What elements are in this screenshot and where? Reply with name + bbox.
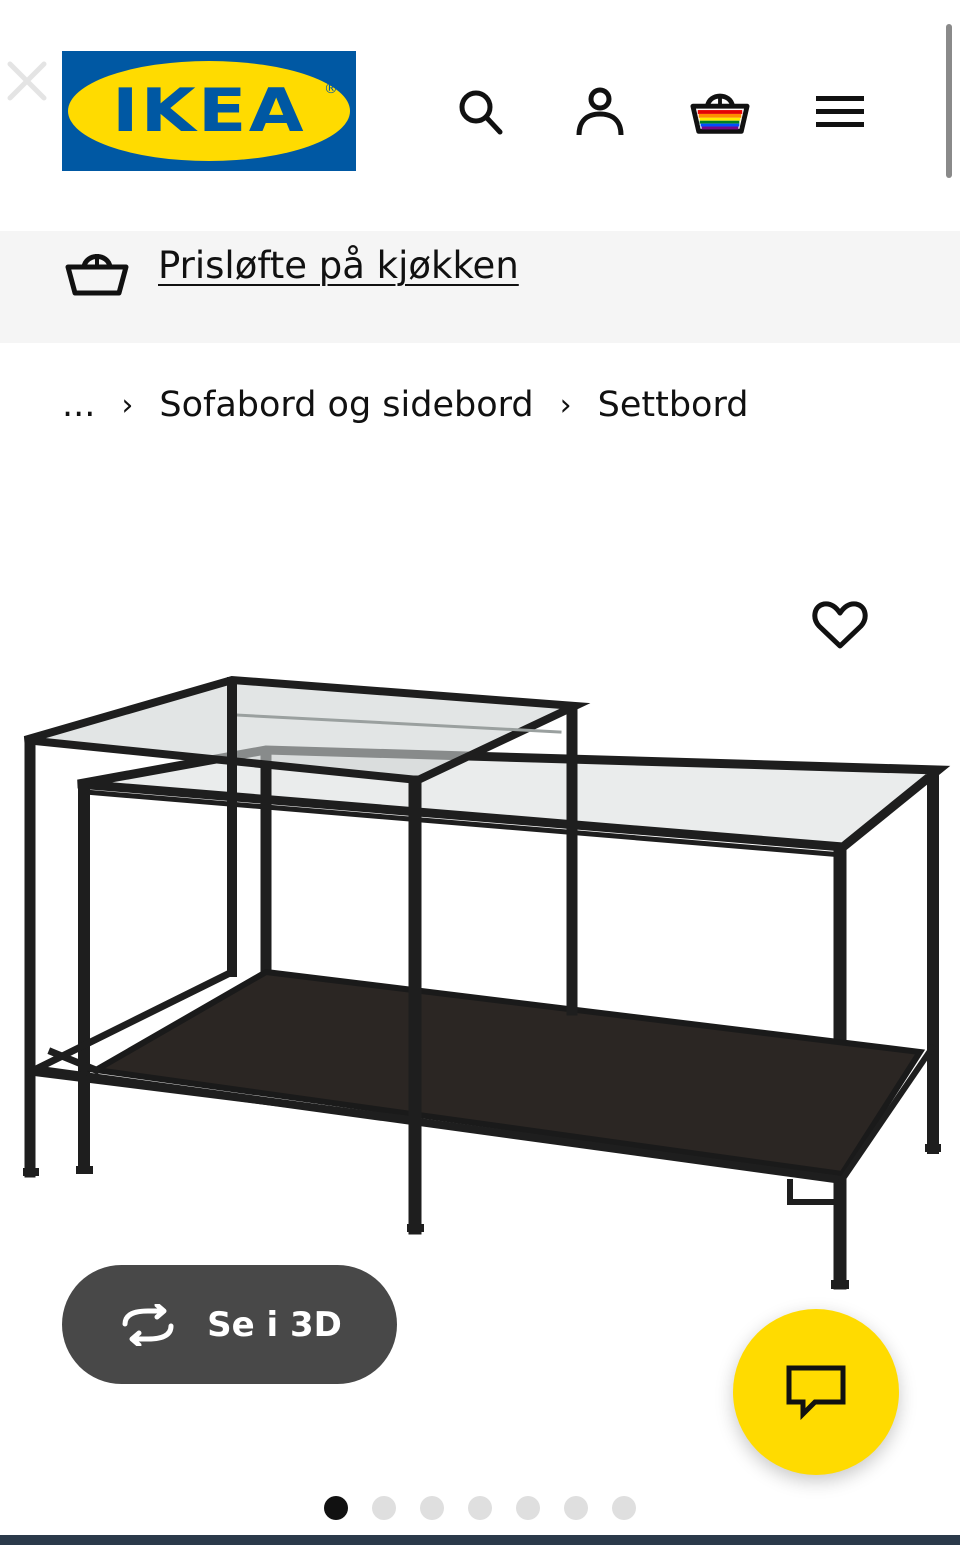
logo-registered-mark: ® — [324, 81, 338, 97]
heart-icon[interactable] — [810, 598, 870, 652]
view-3d-button[interactable]: Se i 3D — [62, 1265, 397, 1384]
view-3d-label: Se i 3D — [207, 1304, 342, 1345]
rotate-icon — [122, 1303, 174, 1346]
carousel-dot-6[interactable] — [564, 1496, 588, 1520]
carousel-dot-7[interactable] — [612, 1496, 636, 1520]
menu-icon — [816, 96, 864, 127]
menu-button[interactable] — [810, 82, 870, 142]
account-button[interactable] — [570, 82, 630, 142]
breadcrumb-item-settbord[interactable]: Settbord — [598, 385, 749, 425]
chat-icon — [786, 1365, 846, 1420]
basket-icon — [65, 254, 129, 296]
carousel-dots — [324, 1496, 636, 1520]
scrollbar[interactable] — [946, 24, 952, 178]
chat-button[interactable] — [733, 1309, 899, 1475]
logo-text: IKEA — [112, 76, 306, 146]
breadcrumb-item-sofabord[interactable]: Sofabord og sidebord — [159, 385, 533, 425]
search-button[interactable] — [450, 82, 510, 142]
chevron-right-icon: › — [559, 387, 572, 423]
carousel-dot-2[interactable] — [372, 1496, 396, 1520]
breadcrumb: ... › Sofabord og sidebord › Settbord — [62, 380, 748, 430]
carousel-dot-5[interactable] — [516, 1496, 540, 1520]
search-icon — [459, 90, 503, 135]
promo-link[interactable]: Prisløfte på kjøkken — [158, 242, 519, 290]
carousel-dot-3[interactable] — [420, 1496, 444, 1520]
close-icon[interactable] — [4, 58, 50, 104]
carousel-dot-1[interactable] — [324, 1496, 348, 1520]
carousel-dot-4[interactable] — [468, 1496, 492, 1520]
breadcrumb-ellipsis[interactable]: ... — [62, 385, 95, 425]
user-icon — [576, 87, 624, 136]
large-table — [35, 745, 951, 1290]
cart-button[interactable] — [690, 82, 750, 142]
basket-icon — [690, 93, 750, 134]
chevron-right-icon: › — [121, 387, 134, 423]
ikea-logo[interactable]: IKEA ® — [62, 51, 356, 171]
bottom-bar — [0, 1535, 960, 1545]
product-image[interactable] — [0, 600, 960, 1300]
